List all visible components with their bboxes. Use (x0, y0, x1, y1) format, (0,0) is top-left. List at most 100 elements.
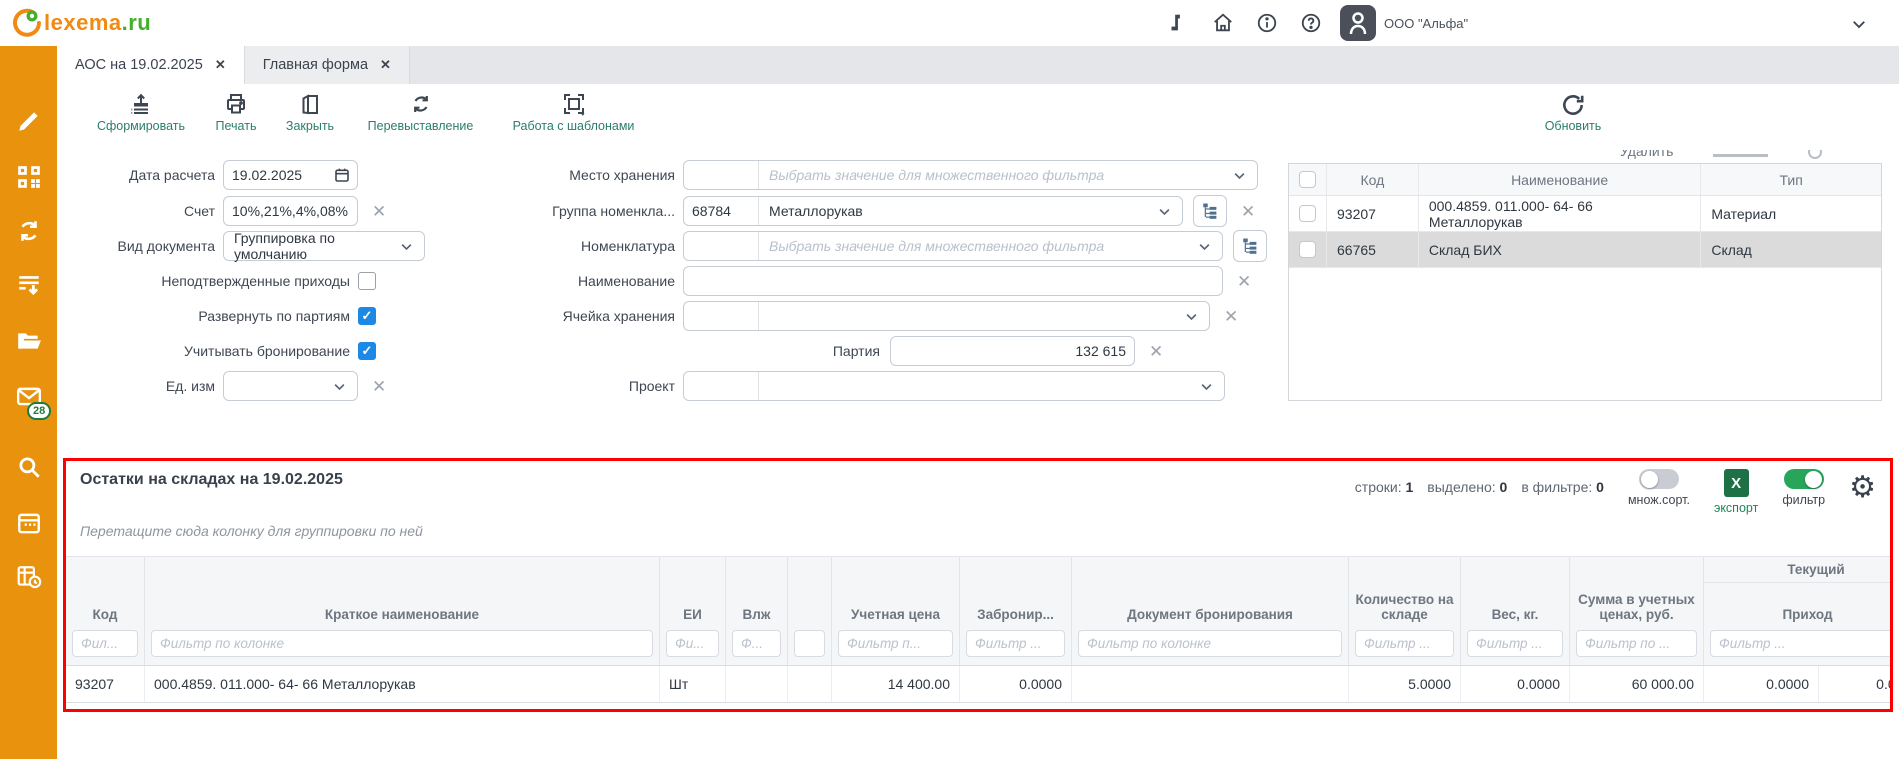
multisort-toggle[interactable] (1639, 469, 1679, 489)
col-short-name[interactable]: Краткое наименование (145, 557, 660, 665)
unit-select[interactable] (223, 371, 358, 401)
filter-short-name[interactable] (151, 630, 653, 657)
import-icon[interactable] (16, 272, 42, 298)
refresh-button[interactable]: Обновить (1535, 84, 1611, 140)
qr-icon[interactable] (16, 164, 42, 190)
nomenclature-group-tree-button[interactable] (1193, 195, 1227, 227)
templates-button[interactable]: Работа с шаблонами (496, 84, 651, 140)
search-icon[interactable] (16, 454, 42, 480)
nomenclature-group-chevron-icon[interactable] (1157, 204, 1172, 219)
filter-control[interactable]: фильтр (1782, 469, 1825, 507)
print-button[interactable]: Печать (205, 84, 267, 140)
report-clock-icon[interactable] (16, 564, 42, 590)
export-control[interactable]: X экспорт (1714, 469, 1758, 515)
storage-cell-code-subfield[interactable] (684, 302, 759, 330)
filter-weight[interactable] (1467, 630, 1563, 657)
user-avatar[interactable] (1340, 5, 1376, 41)
col-extra[interactable] (788, 557, 832, 665)
storage-cell-combo[interactable] (683, 301, 1210, 331)
tab-aoc-close-icon[interactable]: ✕ (215, 57, 226, 73)
project-chevron-icon[interactable] (1199, 379, 1214, 394)
storage-chevron-icon[interactable] (1232, 168, 1247, 183)
col-weight[interactable]: Вес, кг. (1461, 557, 1570, 665)
tab-main-form[interactable]: Главная форма ✕ (245, 46, 410, 84)
storage-cell-clear-icon[interactable]: ✕ (1224, 308, 1238, 325)
filter-price[interactable] (838, 630, 953, 657)
col-ei[interactable]: ЕИ (660, 557, 726, 665)
nomenclature-combo[interactable]: Выбрать значение для множественного филь… (683, 231, 1223, 261)
row1-checkbox[interactable] (1299, 205, 1316, 222)
group-current-label[interactable]: Текущий (1704, 557, 1890, 583)
header-chevron-down-icon[interactable] (1850, 15, 1868, 33)
col-reserve-doc[interactable]: Документ бронирования (1072, 557, 1349, 665)
pencil-icon[interactable] (16, 108, 42, 134)
nomenclature-group-code[interactable]: 68784 (684, 197, 759, 225)
filter-income[interactable] (1710, 630, 1890, 657)
lexema-logo[interactable]: lexema.ru (12, 8, 151, 38)
selection-row-2[interactable]: 66765 Склад БИХ Склад (1289, 232, 1881, 268)
col-code-header[interactable]: Код (1327, 164, 1419, 195)
tab-aoc[interactable]: АОС на 19.02.2025 ✕ (57, 46, 245, 84)
tab-main-form-close-icon[interactable]: ✕ (380, 57, 391, 73)
mail-badge: 28 (27, 402, 51, 420)
stock-table-row[interactable]: 93207 000.4859. 011.000- 64- 66 Металлор… (66, 666, 1890, 703)
storage-cell-chevron-icon[interactable] (1184, 309, 1199, 324)
folder-icon[interactable] (16, 328, 42, 354)
filter-ei[interactable] (666, 630, 719, 657)
col-type-header[interactable]: Тип (1701, 164, 1881, 195)
name-clear-icon[interactable]: ✕ (1237, 273, 1251, 290)
row2-checkbox[interactable] (1299, 241, 1316, 258)
col-qty[interactable]: Количество на складе (1349, 557, 1461, 665)
expand-batches-checkbox[interactable]: ✓ (358, 307, 376, 325)
col-reserved[interactable]: Забронир... (960, 557, 1072, 665)
project-combo[interactable] (683, 371, 1225, 401)
col-sum[interactable]: Сумма в учетных ценах, руб. (1570, 557, 1704, 665)
multisort-control[interactable]: множ.сорт. (1628, 469, 1690, 507)
calendar-icon[interactable] (16, 510, 42, 536)
filter-qty[interactable] (1355, 630, 1454, 657)
col-name-header[interactable]: Наименование (1419, 164, 1701, 195)
col-vlj[interactable]: Влж (726, 557, 788, 665)
filter-reserved[interactable] (966, 630, 1065, 657)
nomenclature-group-clear-icon[interactable]: ✕ (1241, 203, 1255, 220)
col-income[interactable]: Приход (1704, 583, 1890, 665)
doc-type-select[interactable]: Группировка по умолчанию (223, 231, 425, 261)
filter-reserve-doc[interactable] (1078, 630, 1342, 657)
nomenclature-group-combo[interactable]: 68784 Металлорукав (683, 196, 1183, 226)
clipped-delete-label[interactable]: Удалить (1620, 150, 1673, 159)
generate-button[interactable]: Сформировать (85, 84, 197, 140)
col-code[interactable]: Код (66, 557, 145, 665)
nomenclature-code-subfield[interactable] (684, 232, 759, 260)
selection-row-1[interactable]: 93207 000.4859. 011.000- 64- 66 Металлор… (1289, 196, 1881, 232)
sync-icon[interactable] (16, 218, 42, 244)
filter-sum[interactable] (1576, 630, 1697, 657)
process-icon[interactable] (1166, 12, 1188, 34)
home-icon[interactable] (1212, 12, 1234, 34)
grid-settings-gear-icon[interactable]: ⚙ (1849, 473, 1876, 503)
calendar-field-icon[interactable] (334, 167, 350, 183)
account-clear-icon[interactable]: ✕ (372, 203, 386, 220)
name-input[interactable] (683, 266, 1223, 296)
filter-toggle[interactable] (1784, 469, 1824, 489)
unit-clear-icon[interactable]: ✕ (372, 378, 386, 395)
info-icon[interactable] (1256, 12, 1278, 34)
unconfirmed-checkbox[interactable] (358, 272, 376, 290)
filter-code[interactable] (72, 630, 138, 657)
reservation-checkbox[interactable]: ✓ (358, 342, 376, 360)
excel-export-icon[interactable]: X (1724, 469, 1749, 497)
col-price[interactable]: Учетная цена (832, 557, 960, 665)
storage-combo[interactable]: Выбрать значение для множественного филь… (683, 160, 1258, 190)
reissue-button[interactable]: Перевыставление (353, 84, 488, 140)
nomenclature-chevron-icon[interactable] (1197, 239, 1212, 254)
select-all-checkbox[interactable] (1299, 171, 1316, 188)
batch-input[interactable] (890, 336, 1135, 366)
filter-extra[interactable] (794, 630, 825, 657)
nomenclature-tree-button[interactable] (1233, 230, 1267, 262)
storage-code-subfield[interactable] (684, 161, 759, 189)
project-code-subfield[interactable] (684, 372, 759, 400)
help-icon[interactable] (1300, 12, 1322, 34)
account-input[interactable] (223, 196, 358, 226)
batch-clear-icon[interactable]: ✕ (1149, 343, 1163, 360)
filter-vlj[interactable] (732, 630, 781, 657)
close-button[interactable]: Закрыть (275, 84, 345, 140)
